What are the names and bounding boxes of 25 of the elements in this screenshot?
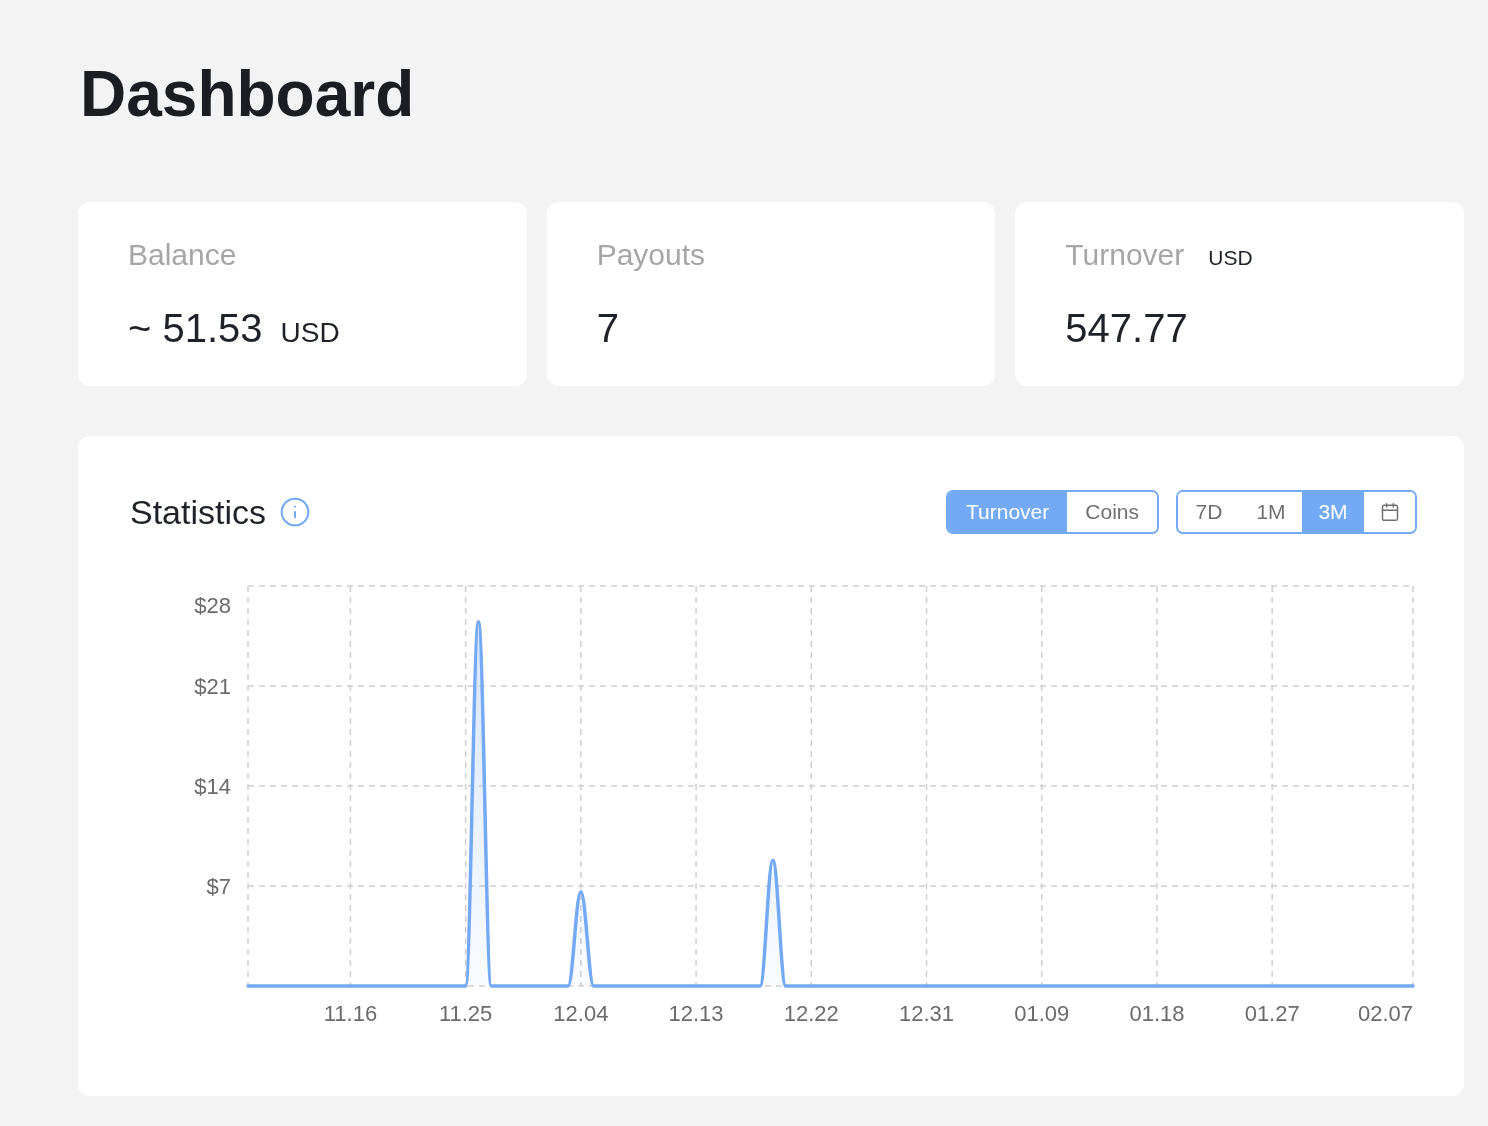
calendar-icon bbox=[1379, 502, 1400, 522]
axis-label: $28 bbox=[194, 592, 231, 618]
stat-value: 7 bbox=[596, 308, 619, 348]
axis-label: 12.22 bbox=[783, 1000, 839, 1026]
stat-label: Turnover bbox=[1065, 237, 1185, 273]
axis-label: 01.27 bbox=[1244, 1000, 1300, 1026]
stat-label: Payouts bbox=[596, 237, 706, 273]
axis-label: 01.09 bbox=[1014, 1000, 1070, 1026]
stat-label: Balance bbox=[128, 237, 237, 273]
axis-label: 12.04 bbox=[553, 1000, 609, 1026]
axis-label: 12.31 bbox=[899, 1000, 955, 1026]
axis-label: $14 bbox=[194, 773, 231, 799]
currency-unit: USD bbox=[280, 318, 340, 348]
axis-label: 12.13 bbox=[668, 1000, 724, 1026]
axis-label: 02.07 bbox=[1357, 1000, 1413, 1026]
axis-label: $21 bbox=[194, 673, 231, 699]
axis-label: $7 bbox=[206, 873, 231, 899]
axis-label: 11.16 bbox=[323, 1000, 378, 1026]
stat-value: ~ 51.53 bbox=[128, 308, 263, 348]
axis-label: 11.25 bbox=[438, 1000, 493, 1026]
page-title: Dashboard bbox=[80, 57, 415, 132]
section-title: Statistics bbox=[130, 492, 267, 532]
stat-value: 547.77 bbox=[1065, 308, 1188, 348]
axis-label: 01.18 bbox=[1129, 1000, 1185, 1026]
currency-unit: USD bbox=[1208, 246, 1253, 270]
